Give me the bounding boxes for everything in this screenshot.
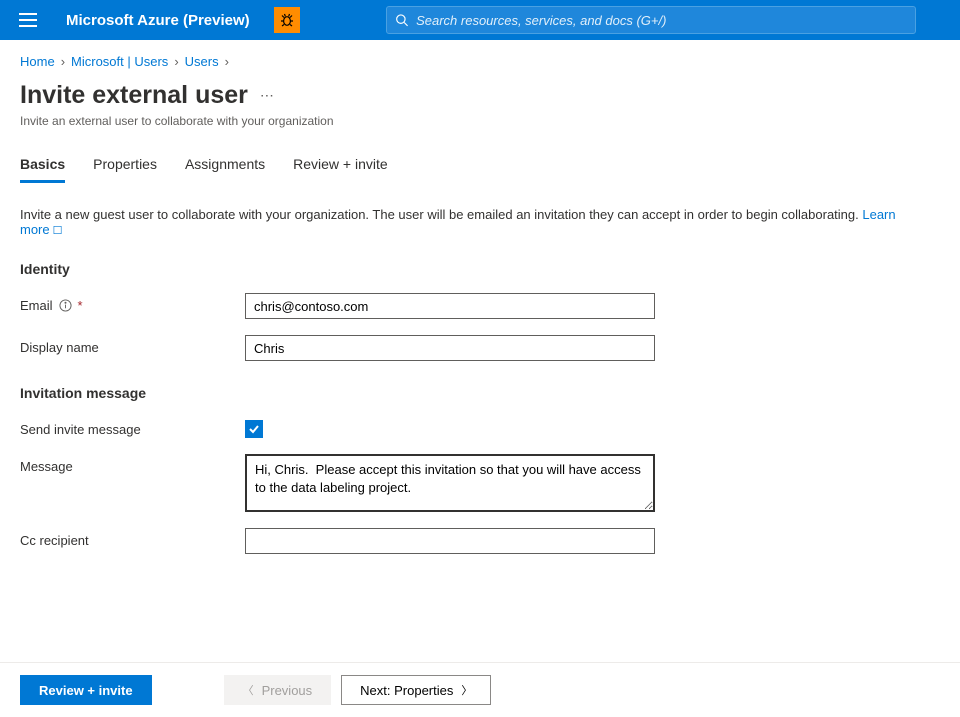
search-box[interactable] <box>386 6 916 34</box>
chevron-right-icon: › <box>61 54 65 69</box>
display-name-label: Display name <box>20 335 245 355</box>
search-icon <box>395 13 408 27</box>
intro-body: Invite a new guest user to collaborate w… <box>20 207 862 222</box>
cc-label: Cc recipient <box>20 528 245 548</box>
tab-review-invite[interactable]: Review + invite <box>293 156 388 183</box>
search-container <box>386 6 916 34</box>
chevron-left-icon: 〈 <box>243 682 254 698</box>
intro-text: Invite a new guest user to collaborate w… <box>20 207 940 237</box>
email-label: Email * <box>20 293 245 313</box>
message-textarea[interactable] <box>245 454 655 512</box>
identity-heading: Identity <box>20 261 940 277</box>
chevron-right-icon: 〉 <box>461 682 472 698</box>
display-name-input[interactable] <box>245 335 655 361</box>
send-invite-checkbox[interactable] <box>245 420 263 438</box>
bug-icon <box>279 12 295 28</box>
hamburger-icon <box>19 13 37 27</box>
info-icon[interactable] <box>59 299 72 312</box>
more-actions-button[interactable]: ⋯ <box>260 87 276 104</box>
chevron-right-icon: › <box>174 54 178 69</box>
page-subtitle: Invite an external user to collaborate w… <box>20 114 940 128</box>
top-bar: Microsoft Azure (Preview) <box>0 0 960 40</box>
message-row: Message <box>20 454 940 512</box>
breadcrumb-users[interactable]: Users <box>185 54 219 69</box>
display-name-row: Display name <box>20 335 940 361</box>
previous-label: Previous <box>262 683 313 698</box>
preview-bug-button[interactable] <box>274 7 300 33</box>
chevron-right-icon: › <box>225 54 229 69</box>
previous-button: 〈 Previous <box>224 675 332 705</box>
page-header: Invite external user ⋯ Invite an externa… <box>0 77 960 134</box>
next-button[interactable]: Next: Properties 〉 <box>341 675 491 705</box>
required-asterisk: * <box>78 298 83 313</box>
cc-row: Cc recipient <box>20 528 940 554</box>
tab-assignments[interactable]: Assignments <box>185 156 265 183</box>
content-area: Invite a new guest user to collaborate w… <box>0 183 960 662</box>
nav-button-group: 〈 Previous Next: Properties 〉 <box>224 675 492 705</box>
breadcrumb-home[interactable]: Home <box>20 54 55 69</box>
tab-bar: Basics Properties Assignments Review + i… <box>0 134 960 183</box>
footer-bar: Review + invite 〈 Previous Next: Propert… <box>0 662 960 717</box>
tab-properties[interactable]: Properties <box>93 156 157 183</box>
next-label: Next: Properties <box>360 683 453 698</box>
check-icon <box>248 423 260 435</box>
review-invite-button[interactable]: Review + invite <box>20 675 152 705</box>
external-link-icon: ☐ <box>53 225 63 237</box>
email-input[interactable] <box>245 293 655 319</box>
message-label: Message <box>20 454 245 474</box>
breadcrumb: Home › Microsoft | Users › Users › <box>0 40 960 77</box>
page-title: Invite external user <box>20 81 248 110</box>
send-invite-label: Send invite message <box>20 417 245 437</box>
search-input[interactable] <box>416 13 907 28</box>
invitation-heading: Invitation message <box>20 385 940 401</box>
email-row: Email * <box>20 293 940 319</box>
brand-label[interactable]: Microsoft Azure (Preview) <box>56 12 260 29</box>
cc-input[interactable] <box>245 528 655 554</box>
breadcrumb-microsoft-users[interactable]: Microsoft | Users <box>71 54 168 69</box>
send-invite-row: Send invite message <box>20 417 940 438</box>
tab-basics[interactable]: Basics <box>20 156 65 183</box>
hamburger-menu-button[interactable] <box>8 0 48 40</box>
